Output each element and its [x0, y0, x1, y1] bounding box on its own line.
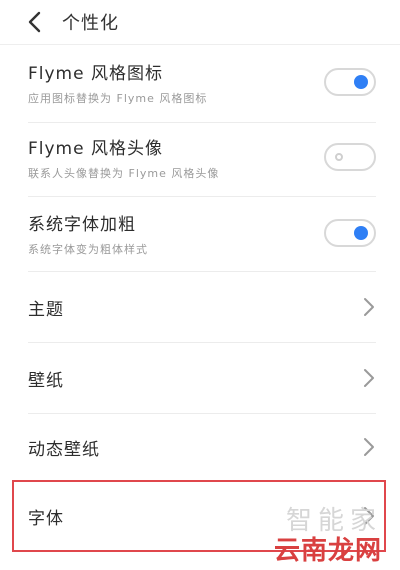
- watermark-bottom-text: 云南龙网: [273, 536, 382, 566]
- divider: [28, 196, 376, 197]
- setting-flyme-icons-subtitle: 应用图标替换为 Flyme 风格图标: [28, 91, 208, 105]
- page-title: 个性化: [62, 13, 119, 34]
- watermark: 智能家 云南龙网: [274, 506, 382, 566]
- chevron-right-icon: [364, 298, 374, 316]
- setting-bold-font-title: 系统字体加粗: [28, 214, 136, 235]
- setting-bold-font-subtitle: 系统字体变为粗体样式: [28, 242, 148, 256]
- chevron-left-icon: [28, 11, 41, 33]
- setting-flyme-avatar-subtitle: 联系人头像替换为 Flyme 风格头像: [28, 166, 220, 180]
- toggle-knob: [335, 153, 343, 161]
- bold-font-toggle[interactable]: [324, 219, 376, 247]
- header-bar: 个性化: [0, 0, 400, 45]
- watermark-top-text: 智能家: [285, 506, 382, 536]
- setting-flyme-icons-title: Flyme 风格图标: [28, 63, 163, 84]
- setting-theme-title: 主题: [28, 299, 64, 320]
- chevron-right-icon: [364, 438, 374, 456]
- chevron-right-icon: [364, 369, 374, 387]
- setting-bold-font[interactable]: 系统字体加粗 系统字体变为粗体样式: [0, 200, 400, 266]
- setting-flyme-avatar[interactable]: Flyme 风格头像 联系人头像替换为 Flyme 风格头像: [0, 125, 400, 189]
- setting-live-wallpaper[interactable]: 动态壁纸: [0, 414, 400, 480]
- setting-flyme-icons[interactable]: Flyme 风格图标 应用图标替换为 Flyme 风格图标: [0, 50, 400, 114]
- flyme-icons-toggle[interactable]: [324, 68, 376, 96]
- setting-flyme-avatar-title: Flyme 风格头像: [28, 138, 163, 159]
- flyme-avatar-toggle[interactable]: [324, 143, 376, 171]
- setting-wallpaper-title: 壁纸: [28, 370, 64, 391]
- setting-wallpaper[interactable]: 壁纸: [0, 343, 400, 413]
- toggle-knob: [354, 226, 368, 240]
- back-button[interactable]: [12, 0, 56, 44]
- divider: [28, 122, 376, 123]
- setting-theme[interactable]: 主题: [0, 272, 400, 342]
- toggle-knob: [354, 75, 368, 89]
- setting-live-wallpaper-title: 动态壁纸: [28, 439, 100, 460]
